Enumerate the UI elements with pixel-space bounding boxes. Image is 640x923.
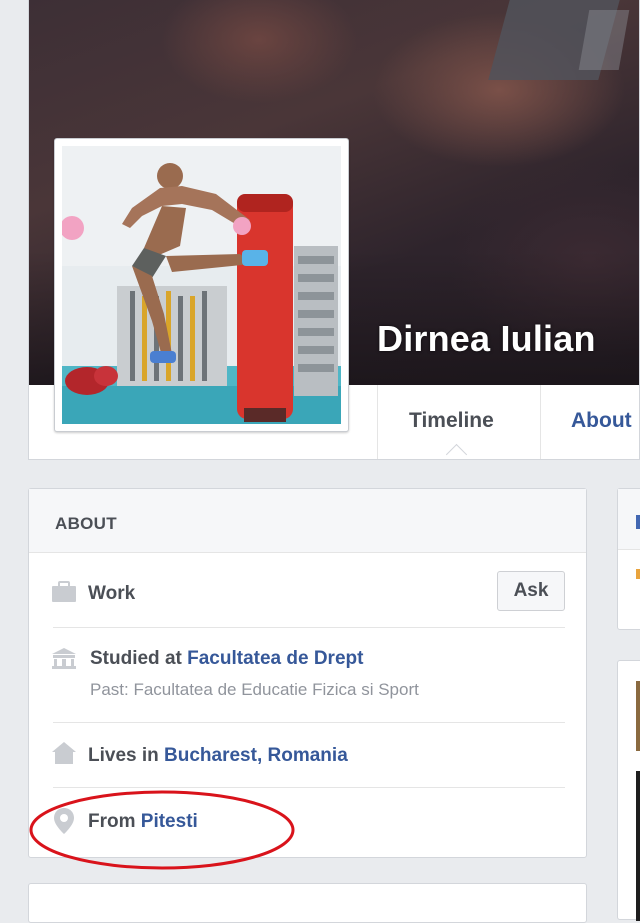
- origin-entry: From Pitesti: [88, 811, 198, 833]
- past-education: Past: Facultatea de Educatie Fizica si S…: [90, 680, 419, 699]
- briefcase-icon: [52, 581, 76, 602]
- about-card: ABOUT Work Ask Studied at Facultatea de …: [28, 488, 587, 858]
- profile-photo-illustration: [62, 146, 341, 424]
- tab-label: Timeline: [409, 409, 494, 432]
- tab-about[interactable]: About: [541, 385, 639, 459]
- school-icon: [52, 648, 76, 669]
- residence-prefix: Lives in: [88, 745, 165, 766]
- row-divider: [53, 627, 565, 628]
- home-icon: [52, 742, 76, 764]
- country-link[interactable]: Romania: [268, 745, 348, 766]
- origin-prefix: From: [88, 811, 141, 832]
- right-card-header: [618, 489, 640, 550]
- about-heading: ABOUT: [55, 514, 117, 533]
- ask-button[interactable]: Ask: [497, 571, 565, 611]
- photo-thumbnail[interactable]: [636, 681, 640, 751]
- right-column-card: [617, 488, 640, 630]
- row-divider: [53, 722, 565, 723]
- star-icon: [636, 569, 640, 579]
- tab-label: About: [571, 409, 632, 432]
- location-pin-icon: [54, 808, 74, 834]
- tab-timeline[interactable]: Timeline: [379, 385, 539, 459]
- row-divider: [53, 787, 565, 788]
- right-column-photos-card: [617, 660, 640, 921]
- education-prefix: Studied at: [90, 648, 188, 669]
- profile-name[interactable]: Dirnea Iulian: [377, 318, 596, 360]
- work-label: Work: [88, 583, 136, 604]
- active-tab-indicator: [445, 443, 468, 459]
- profile-picture: [62, 146, 341, 424]
- right-card-icon: [636, 515, 640, 529]
- education-entry: Studied at Facultatea de Drept: [90, 648, 363, 670]
- school-link[interactable]: Facultatea de Drept: [187, 648, 363, 669]
- nav-divider: [377, 385, 378, 459]
- residence-entry: Lives in Bucharest, Romania: [88, 745, 348, 767]
- residence-separator: ,: [256, 745, 268, 766]
- hometown-link[interactable]: Pitesti: [141, 811, 198, 832]
- profile-picture-frame[interactable]: [54, 138, 349, 432]
- next-card: [28, 883, 587, 923]
- about-card-header: ABOUT: [29, 489, 586, 553]
- photo-thumbnail[interactable]: [636, 771, 640, 921]
- city-link[interactable]: Bucharest: [164, 745, 257, 766]
